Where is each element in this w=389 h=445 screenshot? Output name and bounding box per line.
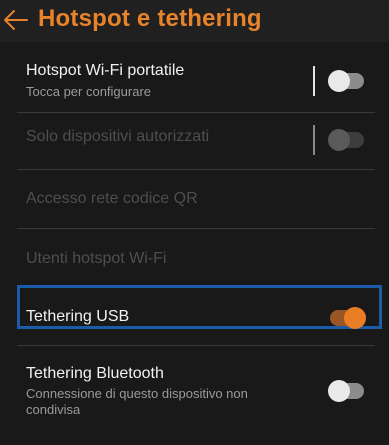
setting-label: Hotspot Wi-Fi portatile (26, 62, 185, 79)
vertical-separator (313, 125, 315, 155)
setting-row-hotspot-users[interactable]: Utenti hotspot Wi-Fi (0, 229, 389, 285)
authorized-devices-toggle[interactable] (328, 129, 364, 151)
setting-subtitle: Tocca per configurare (26, 84, 152, 99)
toggle-knob (344, 307, 366, 329)
setting-label: Utenti hotspot Wi-Fi (26, 250, 167, 267)
wifi-hotspot-toggle[interactable] (328, 70, 364, 92)
vertical-separator (313, 66, 315, 96)
arrow-left-icon[interactable] (2, 9, 28, 31)
setting-label: Tethering USB (26, 308, 130, 325)
setting-row-bluetooth-tethering[interactable]: Tethering Bluetooth Connessione di quest… (0, 346, 389, 445)
usb-tethering-toggle[interactable] (330, 307, 366, 329)
setting-row-usb-tethering[interactable]: Tethering USB (0, 288, 389, 329)
setting-label: Solo dispositivi autorizzati (26, 128, 210, 145)
setting-label: Tethering Bluetooth (26, 365, 164, 382)
setting-row-authorized-devices[interactable]: Solo dispositivi autorizzati (0, 113, 389, 170)
app-bar: Hotspot e tethering (0, 0, 389, 42)
toggle-knob (328, 70, 350, 92)
toggle-knob (328, 380, 350, 402)
toggle-knob (328, 129, 350, 151)
bluetooth-tethering-toggle[interactable] (328, 380, 364, 402)
page-title: Hotspot e tethering (38, 5, 262, 32)
setting-row-wifi-hotspot[interactable]: Hotspot Wi-Fi portatile Tocca per config… (0, 42, 389, 112)
setting-subtitle: Connessione di questo dispositivo non co… (26, 386, 248, 417)
setting-label: Accesso rete codice QR (26, 190, 198, 207)
setting-row-qr-access[interactable]: Accesso rete codice QR (0, 170, 389, 228)
